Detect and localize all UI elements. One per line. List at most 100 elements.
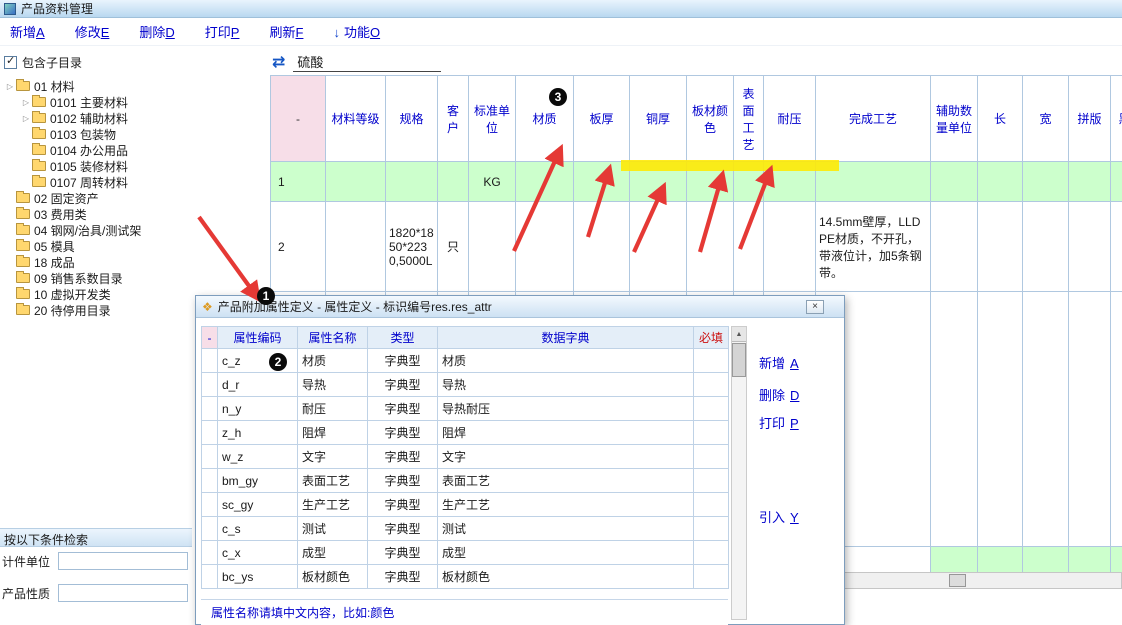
column-header[interactable]: 辅助数量单位 (931, 76, 978, 162)
attr-code-cell[interactable]: sc_gy (218, 493, 298, 517)
tree-expander-icon[interactable]: ▷ (4, 82, 16, 91)
row-selector[interactable] (202, 493, 218, 517)
attr-type-cell[interactable]: 字典型 (368, 421, 438, 445)
tree-item[interactable]: 0105 装修材料 (0, 158, 230, 174)
grid-cell[interactable] (516, 202, 574, 292)
column-header[interactable]: 完成工艺 (816, 76, 931, 162)
grid-cell[interactable] (734, 162, 764, 202)
attr-required-cell[interactable] (694, 517, 729, 541)
tree-item[interactable]: ▷0102 辅助材料 (0, 110, 230, 126)
grid-cell[interactable] (386, 162, 438, 202)
row-selector[interactable] (202, 397, 218, 421)
column-header[interactable]: 宽 (1023, 76, 1069, 162)
grid-cell[interactable] (931, 202, 978, 292)
grid-cell[interactable]: 14.5mm壁厚，LLDPE材质，不开孔，带液位计，加5条钢带。 (816, 202, 931, 292)
grid-cell[interactable]: 1820*1850*2230,5000L (386, 202, 438, 292)
attr-name-cell[interactable]: 生产工艺 (298, 493, 368, 517)
grid-cell[interactable] (438, 162, 469, 202)
attr-name-cell[interactable]: 板材颜色 (298, 565, 368, 589)
row-selector[interactable] (202, 469, 218, 493)
grid-cell[interactable] (734, 202, 764, 292)
attr-dict-cell[interactable]: 导热 (438, 373, 694, 397)
attr-name-cell[interactable]: 材质 (298, 349, 368, 373)
grid-cell[interactable] (816, 162, 931, 202)
attr-dict-cell[interactable]: 文字 (438, 445, 694, 469)
tree-item[interactable]: 03 费用类 (0, 206, 230, 222)
tree-expander-icon[interactable]: ▷ (20, 98, 32, 107)
column-header[interactable]: 铜厚 (630, 76, 687, 162)
attr-type-cell[interactable]: 字典型 (368, 349, 438, 373)
tree-item[interactable]: 02 固定资产 (0, 190, 230, 206)
column-header[interactable]: 材质 (516, 76, 574, 162)
grid-cell[interactable] (469, 202, 516, 292)
checkbox[interactable]: ✓ (4, 56, 17, 69)
column-header[interactable]: 黑孔 (1111, 76, 1122, 162)
grid-cell[interactable]: 只 (438, 202, 469, 292)
attr-type-cell[interactable]: 字典型 (368, 493, 438, 517)
grid-cell[interactable]: KG (469, 162, 516, 202)
attr-code-cell[interactable]: bc_ys (218, 565, 298, 589)
attr-name-cell[interactable]: 耐压 (298, 397, 368, 421)
row-selector[interactable] (202, 541, 218, 565)
attr-type-cell[interactable]: 字典型 (368, 373, 438, 397)
toolbar-item-print[interactable]: 打印P (205, 22, 240, 41)
product-nature-input[interactable] (58, 584, 188, 602)
row-selector[interactable] (202, 373, 218, 397)
attr-dict-cell[interactable]: 测试 (438, 517, 694, 541)
attr-code-cell[interactable]: bm_gy (218, 469, 298, 493)
attr-required-cell[interactable] (694, 421, 729, 445)
attr-required-cell[interactable] (694, 541, 729, 565)
attr-required-cell[interactable] (694, 373, 729, 397)
attr-dict-cell[interactable]: 导热耐压 (438, 397, 694, 421)
tree-item[interactable]: 0103 包装物 (0, 126, 230, 142)
toolbar-item-refresh[interactable]: 刷新F (269, 22, 303, 41)
tree-item[interactable]: 09 销售系数目录 (0, 270, 230, 286)
piece-unit-input[interactable] (58, 552, 188, 570)
attr-name-cell[interactable]: 测试 (298, 517, 368, 541)
grid-cell[interactable] (630, 162, 687, 202)
attr-code-cell[interactable]: d_r (218, 373, 298, 397)
dialog-button-print[interactable]: 打印P (759, 413, 799, 432)
dialog-button-add[interactable]: 新增A (759, 353, 799, 372)
tree-expander-icon[interactable]: ▷ (20, 114, 32, 123)
grid-cell[interactable] (326, 162, 386, 202)
attr-column-header[interactable]: 属性名称 (298, 327, 368, 349)
grid-cell[interactable] (326, 202, 386, 292)
column-header[interactable]: 耐压 (764, 76, 816, 162)
grid-cell[interactable] (764, 202, 816, 292)
tree-item[interactable]: 05 模具 (0, 238, 230, 254)
grid-cell[interactable] (764, 162, 816, 202)
dialog-button-import[interactable]: 引入Y (759, 507, 799, 526)
row-number-cell[interactable]: 1 (271, 162, 326, 202)
attr-required-cell[interactable] (694, 445, 729, 469)
toolbar-item-modify[interactable]: 修改E (75, 22, 110, 41)
attr-code-cell[interactable]: n_y (218, 397, 298, 421)
column-header[interactable]: 拼版 (1069, 76, 1111, 162)
grid-cell[interactable] (1111, 162, 1122, 202)
row-selector[interactable] (202, 445, 218, 469)
attr-name-cell[interactable]: 导热 (298, 373, 368, 397)
attr-required-cell[interactable] (694, 349, 729, 373)
attr-name-cell[interactable]: 成型 (298, 541, 368, 565)
attr-dict-cell[interactable]: 表面工艺 (438, 469, 694, 493)
attr-name-cell[interactable]: 表面工艺 (298, 469, 368, 493)
row-selector[interactable] (202, 421, 218, 445)
toolbar-item-add[interactable]: 新增A (10, 22, 45, 41)
grid-cell[interactable] (1023, 162, 1069, 202)
grid-cell[interactable] (931, 162, 978, 202)
grid-cell[interactable] (1111, 202, 1122, 292)
close-button[interactable]: × (806, 300, 824, 314)
column-header[interactable]: 客户 (438, 76, 469, 162)
column-header[interactable]: 标准单位 (469, 76, 516, 162)
scrollbar-thumb[interactable] (732, 343, 746, 377)
attr-name-cell[interactable]: 阻焊 (298, 421, 368, 445)
scrollbar-thumb[interactable] (949, 574, 966, 587)
attr-code-cell[interactable]: c_s (218, 517, 298, 541)
dialog-button-delete[interactable]: 删除D (759, 385, 799, 404)
grid-cell[interactable] (630, 202, 687, 292)
dialog-scrollbar[interactable]: ▲ (731, 326, 747, 620)
tree-item[interactable]: 18 成品 (0, 254, 230, 270)
attr-column-header[interactable]: 属性编码 (218, 327, 298, 349)
grid-cell[interactable] (978, 202, 1023, 292)
column-header[interactable]: 规格 (386, 76, 438, 162)
